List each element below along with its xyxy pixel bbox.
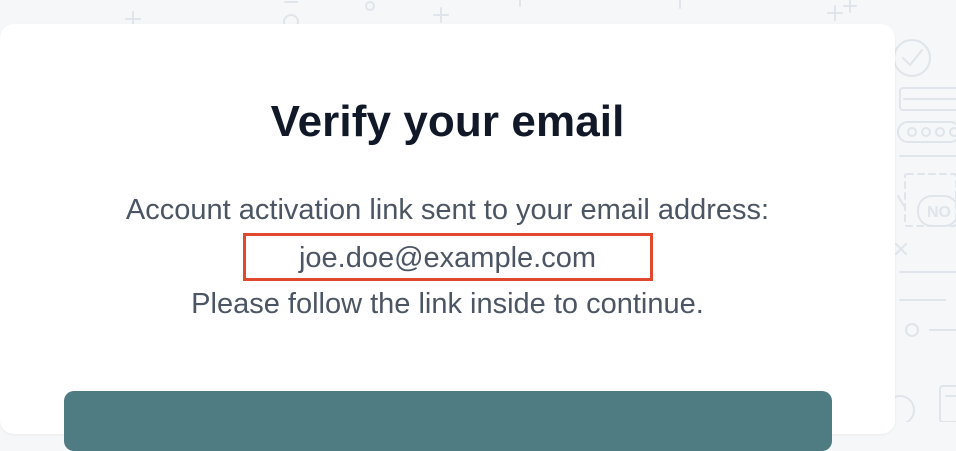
follow-link-instruction: Please follow the link inside to continu…: [191, 288, 704, 320]
primary-action-button[interactable]: [64, 391, 832, 451]
email-address: joe.doe@example.com: [298, 242, 597, 274]
verification-card: [0, 24, 895, 434]
background-partial-label: NO: [927, 204, 951, 221]
page-title: Verify your email: [270, 97, 625, 146]
activation-message: Account activation link sent to your ema…: [125, 194, 770, 226]
